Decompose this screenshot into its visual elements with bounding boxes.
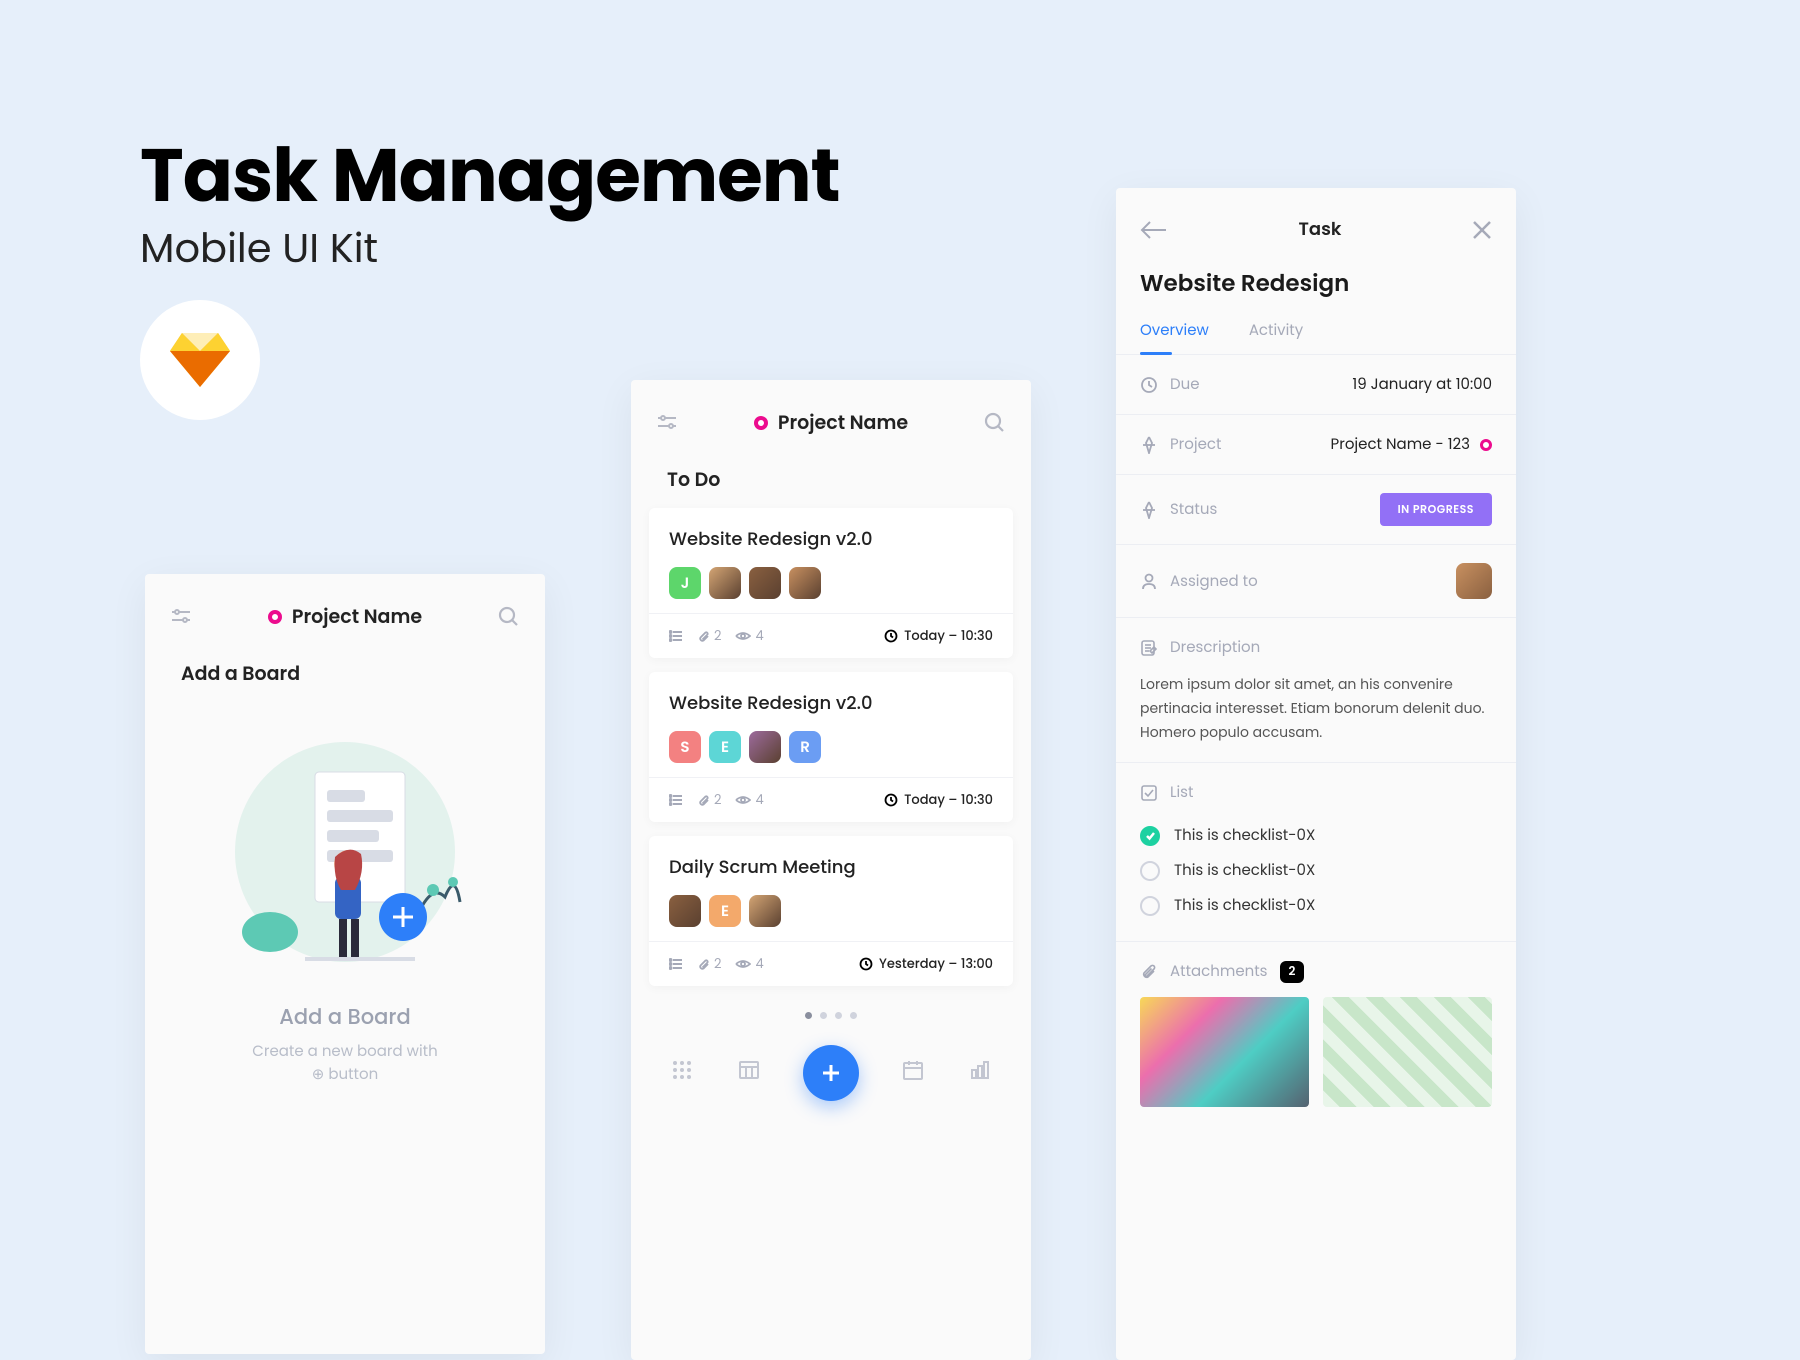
page-indicator[interactable] — [631, 1000, 1031, 1037]
project-name-label: Project Name — [292, 602, 422, 631]
field-assigned[interactable]: Assigned to — [1116, 545, 1516, 618]
attachment-count-badge: 2 — [1280, 961, 1305, 983]
list-icon — [669, 629, 683, 643]
task-title: Website Redesign — [1116, 253, 1516, 311]
task-card[interactable]: Daily Scrum Meeting E 24 Yesterday – 13:00 — [649, 836, 1013, 986]
empty-state-subtitle: Create a new board with⊕ button — [252, 1041, 437, 1086]
hero-subtitle: Mobile UI Kit — [140, 218, 378, 278]
checkbox-icon[interactable] — [1140, 896, 1160, 916]
status-badge: IN PROGRESS — [1380, 493, 1492, 526]
grid-icon[interactable] — [670, 1058, 694, 1089]
avatar[interactable]: E — [709, 731, 741, 763]
screen-task-detail: Task Website Redesign Overview Activity … — [1116, 188, 1516, 1360]
checklist-text: This is checklist-0X — [1174, 894, 1315, 917]
view-count: 4 — [735, 954, 763, 974]
avatar[interactable] — [709, 567, 741, 599]
project-title[interactable]: Project Name — [268, 602, 422, 631]
avatar[interactable] — [749, 731, 781, 763]
checklist-item[interactable]: This is checklist-0X — [1140, 853, 1492, 888]
description-text: Lorem ipsum dolor sit amet, an his conve… — [1140, 673, 1492, 744]
project-title[interactable]: Project Name — [754, 408, 908, 437]
section-label: Add a Board — [145, 641, 545, 702]
attachment-count: 2 — [697, 626, 721, 646]
attachment-count: 2 — [697, 954, 721, 974]
assignee-avatar[interactable] — [1456, 563, 1492, 599]
task-card[interactable]: Website Redesign v2.0 SE R 24 Today – 10:30 — [649, 672, 1013, 822]
search-icon[interactable] — [983, 411, 1007, 435]
avatar[interactable] — [749, 895, 781, 927]
attachment-thumbnail[interactable] — [1140, 997, 1309, 1107]
due-time: Today – 10:30 — [884, 626, 993, 646]
avatar[interactable] — [789, 567, 821, 599]
empty-state-title: Add a Board — [279, 1002, 410, 1033]
sketch-diamond-icon — [140, 300, 260, 420]
search-icon[interactable] — [497, 605, 521, 629]
project-name-label: Project Name — [778, 408, 908, 437]
avatar[interactable]: J — [669, 567, 701, 599]
back-icon[interactable] — [1140, 220, 1168, 240]
screen-todo-list: Project Name To Do Website Redesign v2.0… — [631, 380, 1031, 1360]
avatar[interactable] — [669, 895, 701, 927]
due-time: Today – 10:30 — [884, 790, 993, 810]
checkbox-icon[interactable] — [1140, 826, 1160, 846]
avatar[interactable] — [749, 567, 781, 599]
section-attachments: Attachments 2 — [1116, 942, 1516, 1125]
field-status[interactable]: Status IN PROGRESS — [1116, 475, 1516, 545]
empty-illustration — [205, 722, 485, 982]
attachment-count: 2 — [697, 790, 721, 810]
project-dot-icon — [754, 416, 768, 430]
project-dot-icon — [1480, 439, 1492, 451]
view-count: 4 — [735, 790, 763, 810]
list-icon — [669, 957, 683, 971]
field-due[interactable]: Due 19 January at 10:00 — [1116, 355, 1516, 415]
checklist-text: This is checklist-0X — [1174, 824, 1315, 847]
avatar[interactable]: R — [789, 731, 821, 763]
task-card-title: Website Redesign v2.0 — [669, 690, 993, 717]
section-description: Drescription Lorem ipsum dolor sit amet,… — [1116, 618, 1516, 763]
avatar[interactable]: E — [709, 895, 741, 927]
chart-icon[interactable] — [968, 1058, 992, 1089]
attachment-thumbnail[interactable] — [1323, 997, 1492, 1107]
header-title: Task — [1299, 216, 1342, 243]
task-card-title: Website Redesign v2.0 — [669, 526, 993, 553]
due-time: Yesterday – 13:00 — [859, 954, 993, 974]
view-count: 4 — [735, 626, 763, 646]
section-checklist: List This is checklist-0XThis is checkli… — [1116, 763, 1516, 942]
checklist-item[interactable]: This is checklist-0X — [1140, 818, 1492, 853]
settings-icon[interactable] — [169, 605, 193, 629]
list-icon — [669, 793, 683, 807]
board-icon[interactable] — [737, 1058, 761, 1089]
checkbox-icon[interactable] — [1140, 861, 1160, 881]
add-button[interactable] — [803, 1045, 859, 1101]
task-card[interactable]: Website Redesign v2.0 J 24 Today – 10:30 — [649, 508, 1013, 658]
checklist-item[interactable]: This is checklist-0X — [1140, 888, 1492, 923]
task-card-title: Daily Scrum Meeting — [669, 854, 993, 881]
tab-activity[interactable]: Activity — [1249, 319, 1303, 354]
hero-title: Task Management — [140, 120, 840, 231]
close-icon[interactable] — [1472, 220, 1492, 240]
section-label: To Do — [631, 447, 1031, 508]
avatar[interactable]: S — [669, 731, 701, 763]
field-project[interactable]: Project Project Name - 123 — [1116, 415, 1516, 475]
tab-overview[interactable]: Overview — [1140, 319, 1209, 354]
calendar-icon[interactable] — [901, 1058, 925, 1089]
project-dot-icon — [268, 610, 282, 624]
checklist-text: This is checklist-0X — [1174, 859, 1315, 882]
settings-icon[interactable] — [655, 411, 679, 435]
screen-add-board: Project Name Add a Board — [145, 574, 545, 1354]
